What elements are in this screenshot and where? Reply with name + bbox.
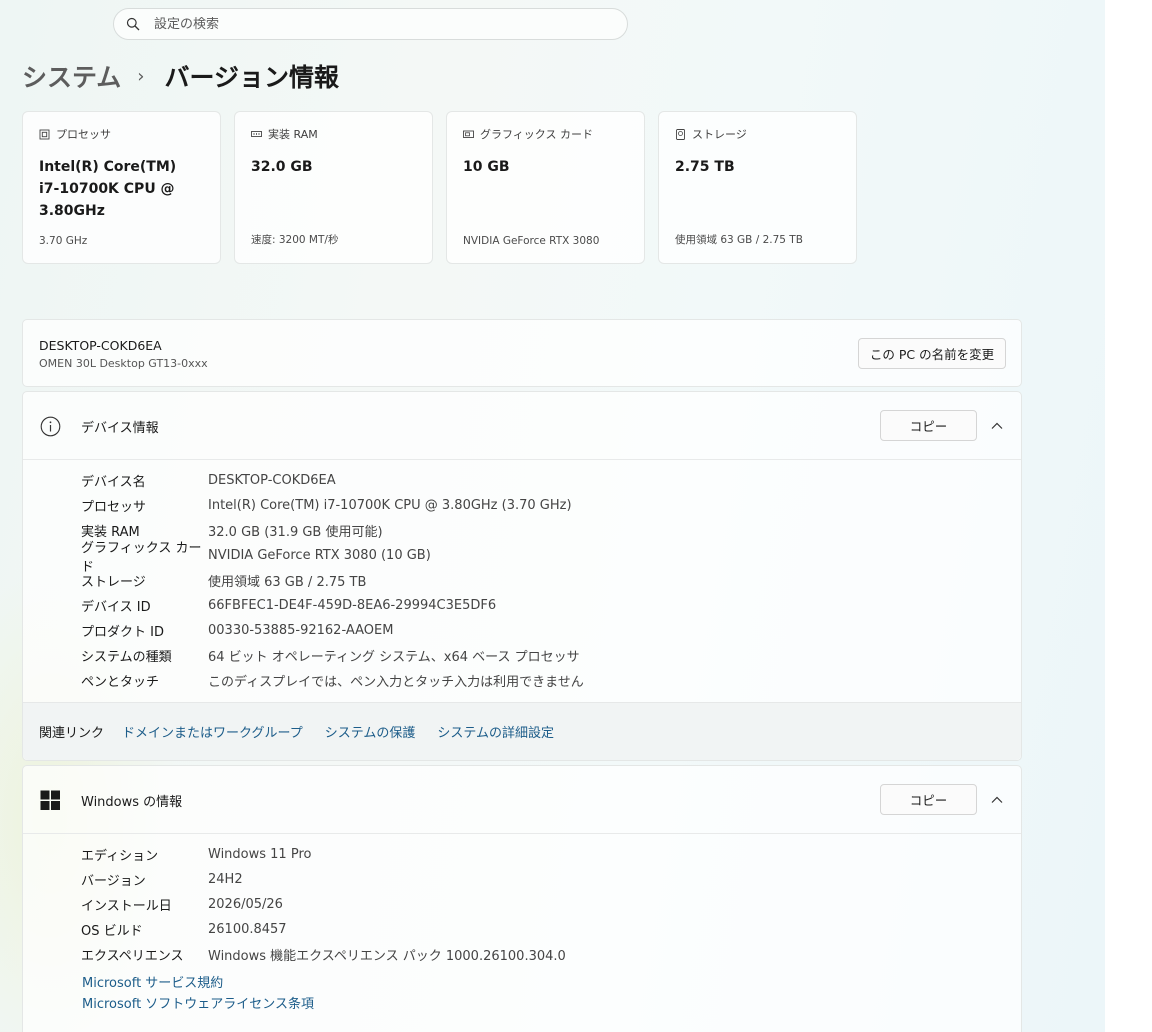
breadcrumb-separator-icon: › xyxy=(137,65,145,87)
windows-info-value: 24H2 xyxy=(208,872,243,887)
spec-card-gpu: グラフィックス カード 10 GB NVIDIA GeForce RTX 308… xyxy=(446,111,645,264)
windows-info-section: Windows の情報 コピー エディション Windows 11 Pro バー… xyxy=(22,765,1022,1032)
device-info-value: 00330-53885-92162-AAOEM xyxy=(208,623,394,638)
device-info-row: ストレージ 使用領域 63 GB / 2.75 TB xyxy=(81,568,1021,593)
windows-info-key: インストール日 xyxy=(81,899,172,914)
search-input[interactable] xyxy=(154,16,594,32)
pc-name: DESKTOP-COKD6EA xyxy=(39,338,162,353)
spec-card-value: 10 GB xyxy=(463,159,510,175)
device-info-row: プロダクト ID 00330-53885-92162-AAOEM xyxy=(81,618,1021,643)
device-info-key: プロダクト ID xyxy=(81,625,164,640)
ram-icon xyxy=(251,130,262,137)
device-info-value: 64 ビット オペレーティング システム、x64 ベース プロセッサ xyxy=(208,650,580,665)
windows-info-row: エクスペリエンス Windows 機能エクスペリエンス パック 1000.261… xyxy=(81,942,1021,967)
search-box[interactable] xyxy=(113,8,628,40)
spec-card-value: Intel(R) Core(TM) i7-10700K CPU @ 3.80GH… xyxy=(39,159,177,219)
related-links-label: 関連リンク xyxy=(39,726,105,741)
spec-card-sub: NVIDIA GeForce RTX 3080 xyxy=(463,235,600,247)
device-info-section: デバイス情報 コピー デバイス名 DESKTOP-COKD6EA プロセッサ I… xyxy=(22,391,1022,761)
device-info-row: ペンとタッチ このディスプレイでは、ペン入力とタッチ入力は利用できません xyxy=(81,668,1021,693)
device-info-value: このディスプレイでは、ペン入力とタッチ入力は利用できません xyxy=(208,675,584,690)
page-title: バージョン情報 xyxy=(164,63,339,92)
device-info-row: デバイス名 DESKTOP-COKD6EA xyxy=(81,468,1021,493)
spec-card-label: ストレージ xyxy=(692,128,747,141)
breadcrumb-parent[interactable]: システム xyxy=(22,58,121,94)
windows-info-value: Windows 11 Pro xyxy=(208,847,312,862)
gpu-icon xyxy=(463,130,474,138)
storage-icon xyxy=(676,128,685,140)
rename-pc-button[interactable]: この PC の名前を変更 xyxy=(858,338,1006,369)
spec-card-label: 実装 RAM xyxy=(268,128,318,141)
search-icon xyxy=(126,17,140,31)
link-advanced-system-settings[interactable]: システムの詳細設定 xyxy=(437,722,554,741)
windows-logo-icon xyxy=(40,790,60,810)
spec-card-sub: 3.70 GHz xyxy=(39,235,88,247)
device-info-value: 使用領域 63 GB / 2.75 TB xyxy=(208,575,367,590)
device-info-key: グラフィックス カード xyxy=(81,540,202,575)
link-microsoft-software-license-terms[interactable]: Microsoft ソフトウェアライセンス条項 xyxy=(82,994,1021,1015)
device-info-row: システムの種類 64 ビット オペレーティング システム、x64 ベース プロセ… xyxy=(81,643,1021,668)
windows-info-key: エクスペリエンス xyxy=(81,949,184,964)
link-microsoft-services-agreement[interactable]: Microsoft サービス規約 xyxy=(82,973,1021,994)
spec-card-sub: 速度: 3200 MT/秒 xyxy=(251,234,339,246)
windows-info-row: エディション Windows 11 Pro xyxy=(81,842,1021,867)
device-info-row: グラフィックス カード NVIDIA GeForce RTX 3080 (10 … xyxy=(81,541,1021,575)
windows-info-links: Microsoft サービス規約 Microsoft ソフトウェアライセンス条項 xyxy=(23,967,1021,1015)
windows-info-title: Windows の情報 xyxy=(81,795,183,810)
spec-card-label: プロセッサ xyxy=(56,128,111,141)
spec-card-value: 32.0 GB xyxy=(251,159,313,175)
windows-info-row: バージョン 24H2 xyxy=(81,867,1021,892)
spec-card-processor: プロセッサ Intel(R) Core(TM) i7-10700K CPU @ … xyxy=(22,111,221,264)
device-info-key: プロセッサ xyxy=(81,500,147,515)
device-info-copy-button[interactable]: コピー xyxy=(880,410,977,441)
device-info-row: デバイス ID 66FBFEC1-DE4F-459D-8EA6-29994C3E… xyxy=(81,593,1021,618)
spec-card-storage: ストレージ 2.75 TB 使用領域 63 GB / 2.75 TB xyxy=(658,111,857,264)
windows-info-value: Windows 機能エクスペリエンス パック 1000.26100.304.0 xyxy=(208,949,566,964)
link-system-protection[interactable]: システムの保護 xyxy=(325,722,416,741)
device-info-value: 66FBFEC1-DE4F-459D-8EA6-29994C3E5DF6 xyxy=(208,598,497,613)
windows-info-row: OS ビルド 26100.8457 xyxy=(81,917,1021,942)
windows-info-copy-button[interactable]: コピー xyxy=(880,784,977,815)
device-info-value: 32.0 GB (31.9 GB 使用可能) xyxy=(208,525,383,540)
chevron-up-icon[interactable] xyxy=(990,419,1004,433)
windows-info-key: OS ビルド xyxy=(81,924,143,939)
device-info-row: プロセッサ Intel(R) Core(TM) i7-10700K CPU @ … xyxy=(81,493,1021,518)
device-info-key: システムの種類 xyxy=(81,650,172,665)
chevron-up-icon[interactable] xyxy=(990,793,1004,807)
breadcrumb: システム › バージョン情報 xyxy=(22,56,339,96)
settings-window: システム › バージョン情報 プロセッサ Intel(R) Core(TM) i… xyxy=(0,0,1105,1032)
processor-icon xyxy=(39,129,50,139)
spec-card-ram: 実装 RAM 32.0 GB 速度: 3200 MT/秒 xyxy=(234,111,433,264)
device-info-title: デバイス情報 xyxy=(81,421,159,436)
spec-cards: プロセッサ Intel(R) Core(TM) i7-10700K CPU @ … xyxy=(22,111,857,264)
windows-info-value: 2026/05/26 xyxy=(208,897,283,912)
spec-card-label: グラフィックス カード xyxy=(480,128,593,141)
device-info-key: ストレージ xyxy=(81,575,146,590)
pc-name-row: DESKTOP-COKD6EA OMEN 30L Desktop GT13-0x… xyxy=(22,319,1022,387)
spec-card-sub: 使用領域 63 GB / 2.75 TB xyxy=(675,234,803,246)
related-links: 関連リンク ドメインまたはワークグループ システムの保護 システムの詳細設定 xyxy=(23,702,1021,760)
windows-info-list: エディション Windows 11 Pro バージョン 24H2 インストール日… xyxy=(23,834,1021,967)
device-info-key: デバイス名 xyxy=(81,475,146,490)
pc-model: OMEN 30L Desktop GT13-0xxx xyxy=(39,357,208,370)
windows-info-value: 26100.8457 xyxy=(208,922,287,937)
device-info-list: デバイス名 DESKTOP-COKD6EA プロセッサ Intel(R) Cor… xyxy=(23,460,1021,693)
windows-info-header[interactable]: Windows の情報 コピー xyxy=(23,766,1021,834)
device-info-key: デバイス ID xyxy=(81,600,151,615)
device-info-header[interactable]: デバイス情報 コピー xyxy=(23,392,1021,460)
link-domain-workgroup[interactable]: ドメインまたはワークグループ xyxy=(122,722,303,741)
windows-info-key: エディション xyxy=(81,849,159,864)
device-info-value: Intel(R) Core(TM) i7-10700K CPU @ 3.80GH… xyxy=(208,498,572,513)
windows-info-row: インストール日 2026/05/26 xyxy=(81,892,1021,917)
device-info-value: DESKTOP-COKD6EA xyxy=(208,473,336,488)
device-info-key: ペンとタッチ xyxy=(81,675,160,690)
device-info-value: NVIDIA GeForce RTX 3080 (10 GB) xyxy=(208,548,431,563)
windows-info-key: バージョン xyxy=(81,874,146,889)
info-icon xyxy=(40,416,61,437)
spec-card-value: 2.75 TB xyxy=(675,159,735,175)
device-info-row: 実装 RAM 32.0 GB (31.9 GB 使用可能) xyxy=(81,518,1021,543)
